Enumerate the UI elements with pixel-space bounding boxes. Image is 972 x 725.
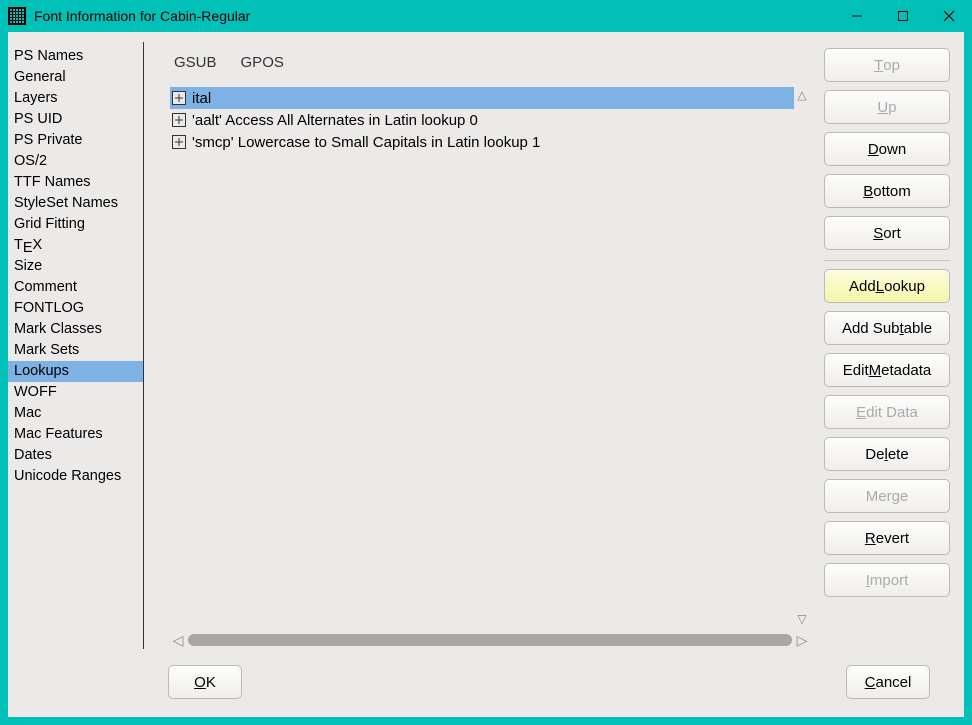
right-button-column: Top Up Down Bottom Sort Add Lookup Add S… (810, 42, 950, 649)
sidebar-item-fontlog[interactable]: FONTLOG (8, 298, 143, 319)
sidebar-item-styleset-names[interactable]: StyleSet Names (8, 193, 143, 214)
up-button[interactable]: Up (824, 90, 950, 124)
maximize-button[interactable] (880, 0, 926, 32)
close-button[interactable] (926, 0, 972, 32)
sidebar-item-dates[interactable]: Dates (8, 445, 143, 466)
lookup-row[interactable]: 'smcp' Lowercase to Small Capitals in La… (170, 131, 794, 153)
merge-button[interactable]: Merge (824, 479, 950, 513)
sidebar-item-size[interactable]: Size (8, 256, 143, 277)
add-subtable-button[interactable]: Add Subtable (824, 311, 950, 345)
sidebar-item-ps-names[interactable]: PS Names (8, 46, 143, 67)
expand-icon[interactable] (172, 135, 186, 149)
scroll-left-icon[interactable]: ◁ (170, 632, 186, 649)
lookup-row[interactable]: ital (170, 87, 794, 109)
sidebar-item-woff[interactable]: WOFF (8, 382, 143, 403)
window-title: Font Information for Cabin-Regular (34, 8, 834, 24)
lookup-list-wrap: ital 'aalt' Access All Alternates in Lati… (170, 87, 810, 649)
minimize-button[interactable] (834, 0, 880, 32)
sidebar-item-mark-classes[interactable]: Mark Classes (8, 319, 143, 340)
sidebar-item-ps-uid[interactable]: PS UID (8, 109, 143, 130)
sidebar-item-comment[interactable]: Comment (8, 277, 143, 298)
revert-button[interactable]: Revert (824, 521, 950, 555)
lookup-label: 'aalt' Access All Alternates in Latin lo… (192, 112, 478, 129)
lookup-list[interactable]: ital 'aalt' Access All Alternates in Lati… (170, 87, 810, 627)
scroll-down-icon[interactable]: ▽ (794, 611, 810, 627)
tab-gpos[interactable]: GPOS (241, 54, 284, 71)
edit-metadata-button[interactable]: Edit Metadata (824, 353, 950, 387)
sidebar-item-os-2[interactable]: OS/2 (8, 151, 143, 172)
delete-button[interactable]: Delete (824, 437, 950, 471)
bottom-button[interactable]: Bottom (824, 174, 950, 208)
vertical-scrollbar[interactable]: △ ▽ (794, 87, 810, 627)
window: Font Information for Cabin-Regular PS Na… (0, 0, 972, 725)
import-button[interactable]: Import (824, 563, 950, 597)
add-lookup-button[interactable]: Add Lookup (824, 269, 950, 303)
sidebar: PS NamesGeneralLayersPS UIDPS PrivateOS/… (8, 42, 144, 649)
sidebar-item-layers[interactable]: Layers (8, 88, 143, 109)
titlebar[interactable]: Font Information for Cabin-Regular (0, 0, 972, 32)
scroll-up-icon[interactable]: △ (794, 87, 810, 103)
sidebar-item-grid-fitting[interactable]: Grid Fitting (8, 214, 143, 235)
sidebar-item-unicode-ranges[interactable]: Unicode Ranges (8, 466, 143, 487)
sidebar-item-ttf-names[interactable]: TTF Names (8, 172, 143, 193)
dialog-footer: OK Cancel (8, 649, 950, 703)
ok-button[interactable]: OK (168, 665, 242, 699)
sidebar-item-lookups[interactable]: Lookups (8, 361, 143, 382)
main-panel: GSUB GPOS ital 'aalt' Access All Alternat… (144, 42, 810, 649)
lookup-label: 'smcp' Lowercase to Small Capitals in La… (192, 134, 540, 151)
sidebar-item-mac[interactable]: Mac (8, 403, 143, 424)
sort-button[interactable]: Sort (824, 216, 950, 250)
sidebar-item-mac-features[interactable]: Mac Features (8, 424, 143, 445)
down-button[interactable]: Down (824, 132, 950, 166)
client-area: PS NamesGeneralLayersPS UIDPS PrivateOS/… (8, 32, 964, 717)
lookup-label: ital (192, 90, 211, 107)
sidebar-item-mark-sets[interactable]: Mark Sets (8, 340, 143, 361)
sidebar-item-tex[interactable]: TEX (8, 235, 143, 256)
tab-gsub[interactable]: GSUB (174, 54, 217, 71)
edit-data-button[interactable]: Edit Data (824, 395, 950, 429)
expand-icon[interactable] (172, 91, 186, 105)
expand-icon[interactable] (172, 113, 186, 127)
lookup-row[interactable]: 'aalt' Access All Alternates in Latin lo… (170, 109, 794, 131)
scroll-right-icon[interactable]: ▷ (794, 632, 810, 649)
tabs: GSUB GPOS (170, 42, 810, 87)
sidebar-item-general[interactable]: General (8, 67, 143, 88)
top-button[interactable]: Top (824, 48, 950, 82)
horizontal-scrollbar[interactable]: ◁ ▷ (170, 631, 810, 649)
cancel-button[interactable]: Cancel (846, 665, 930, 699)
app-icon (8, 7, 26, 25)
sidebar-item-ps-private[interactable]: PS Private (8, 130, 143, 151)
